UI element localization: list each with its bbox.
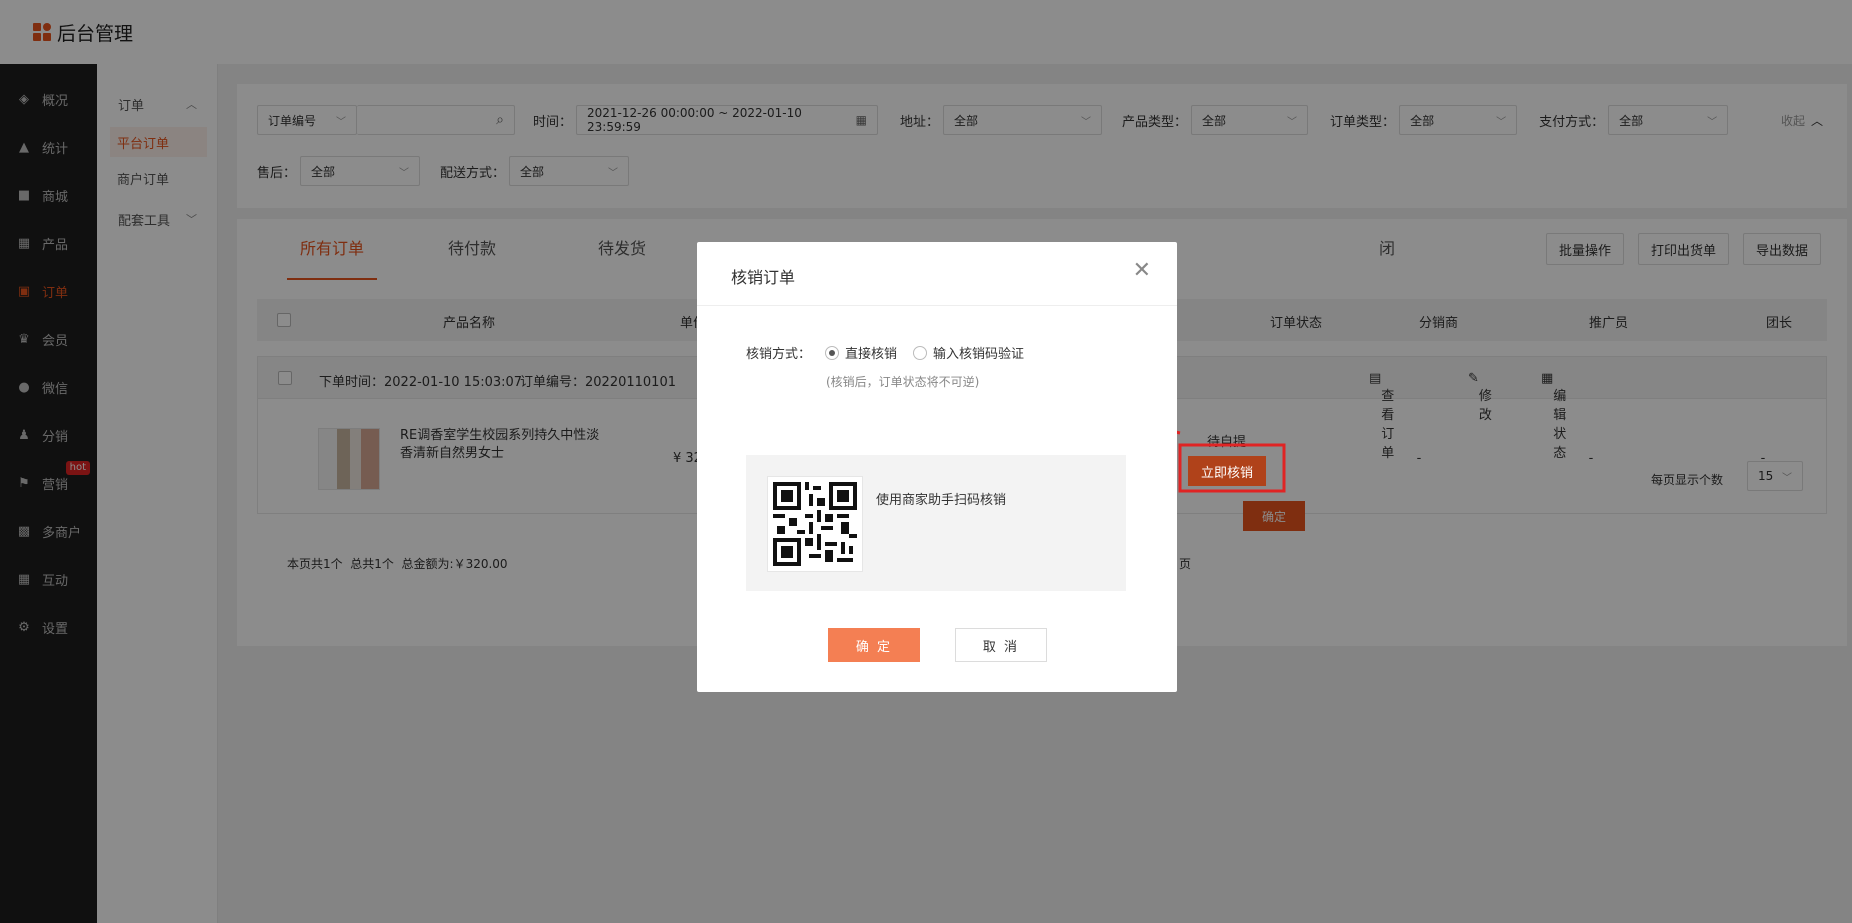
verify-hint: (核销后，订单状态将不可逆)	[826, 375, 980, 389]
verify-order-dialog: 核销订单 ✕ 核销方式： 直接核销 输入核销码验证 (核销后，订单状态将不可逆)	[697, 242, 1177, 692]
verify-method-row: 核销方式： 直接核销 输入核销码验证	[746, 343, 1024, 362]
confirm-button[interactable]: 确 定	[828, 628, 920, 662]
radio-code-verify[interactable]	[913, 345, 928, 360]
qr-instruction: 使用商家助手扫码核销	[876, 493, 1007, 508]
verify-method-label: 核销方式：	[746, 347, 812, 362]
close-icon[interactable]: ✕	[1133, 260, 1151, 282]
cancel-button[interactable]: 取 消	[955, 628, 1047, 662]
verify-now-button-highlighted[interactable]: 立即核销	[1188, 456, 1266, 486]
qr-panel: 使用商家助手扫码核销	[746, 455, 1126, 591]
qr-code-icon	[767, 476, 863, 572]
radio-direct-verify[interactable]	[825, 345, 840, 360]
dialog-divider	[697, 305, 1177, 306]
dialog-title: 核销订单	[731, 268, 796, 287]
